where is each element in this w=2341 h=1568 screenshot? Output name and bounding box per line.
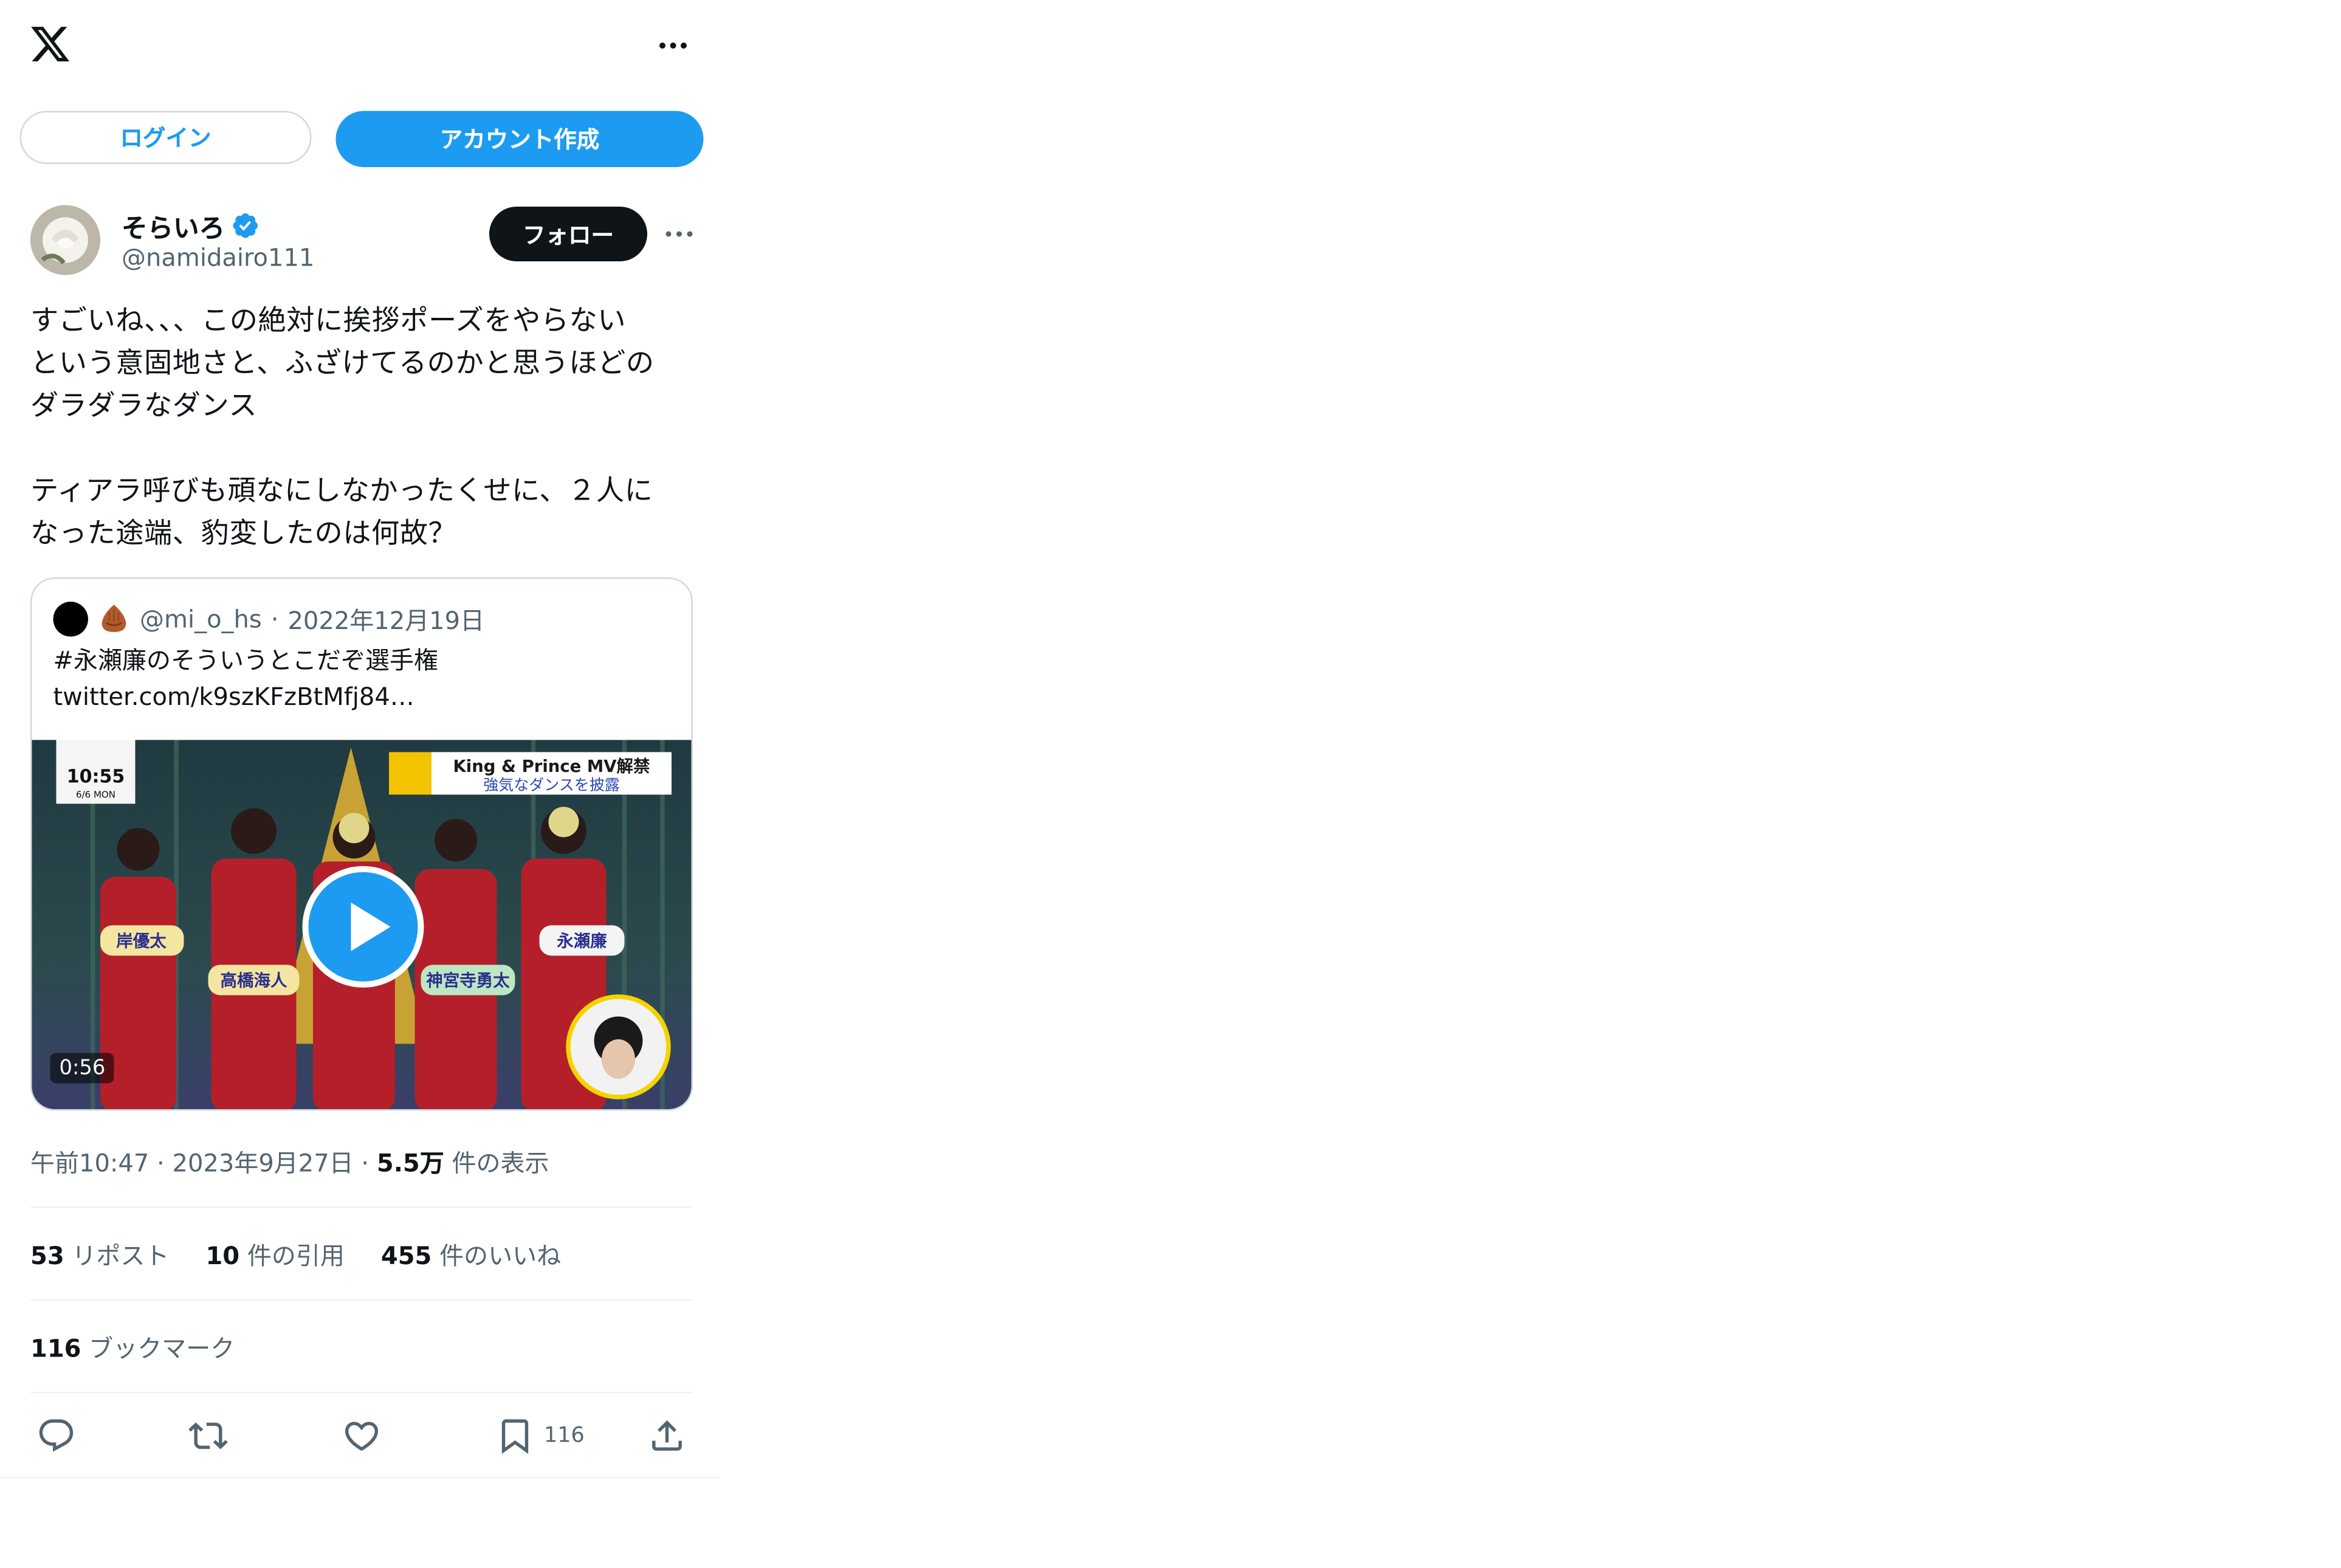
quoted-tweet-card[interactable]: @mi_o_hs · 2022年12月19日 #永瀬廉のそういうとこだぞ選手権 …: [30, 577, 693, 1111]
verified-badge-icon: [233, 213, 258, 238]
share-icon: [652, 1420, 682, 1451]
reposts-count: 53: [30, 1241, 64, 1271]
tweet-page: ログイン アカウント作成 そらいろ @namidairo111 フォロー すごい…: [0, 0, 720, 1479]
share-button[interactable]: [647, 1413, 687, 1459]
video-thumbnail[interactable]: 10:55 6/6 MON King & Prince MV解禁 強気なダンスを…: [32, 740, 692, 1109]
quoted-date: 2022年12月19日: [287, 606, 485, 636]
chestnut-emoji-icon: [101, 605, 126, 632]
login-button[interactable]: ログイン: [19, 111, 312, 164]
name-tag-3: 神宮寺勇太: [426, 971, 510, 991]
bookmark-action-count: 116: [544, 1423, 585, 1448]
reply-icon: [39, 1419, 74, 1452]
rose-avatar-image: [30, 205, 100, 275]
bookmark-button[interactable]: 116: [495, 1413, 585, 1459]
bookmarks-count: 116: [30, 1334, 81, 1363]
follow-button[interactable]: フォロー: [489, 207, 647, 261]
likes-label: 件のいいね: [439, 1241, 562, 1271]
name-tag-4: 永瀬廉: [556, 932, 607, 951]
engagement-stats: 53 リポスト 10 件の引用 455 件のいいね: [30, 1236, 561, 1272]
author-name[interactable]: そらいろ: [122, 207, 260, 245]
page-stage: ログイン アカウント作成 そらいろ @namidairo111 フォロー すごい…: [0, 0, 2340, 1568]
bookmark-icon: [501, 1419, 529, 1454]
quotes-count: 10: [205, 1241, 240, 1271]
tweet-date[interactable]: 2023年9月27日: [173, 1149, 354, 1178]
reply-button[interactable]: [36, 1413, 76, 1459]
clock-time: 10:55: [67, 766, 125, 788]
name-tag-2: 高橋海人: [221, 971, 287, 991]
quoted-hashtag-line[interactable]: #永瀬廉のそういうとこだぞ選手権: [53, 643, 661, 679]
reposts-stat[interactable]: 53 リポスト: [30, 1236, 169, 1272]
divider: [30, 1299, 693, 1301]
video-caption-title: King & Prince MV解禁: [453, 757, 650, 776]
quoted-tweet-text: #永瀬廉のそういうとこだぞ選手権 twitter.com/k9szKFzBtMf…: [53, 643, 661, 716]
avatar[interactable]: [30, 205, 100, 275]
views-label: 件の表示: [452, 1149, 549, 1178]
quoted-handle: @mi_o_hs: [140, 603, 262, 633]
likes-count: 455: [380, 1241, 432, 1271]
meta-separator: ·: [157, 1149, 165, 1178]
views-count: 5.5万: [376, 1149, 444, 1178]
like-button[interactable]: [342, 1413, 382, 1459]
bookmarks-label: ブックマーク: [89, 1334, 235, 1363]
quoted-separator: ·: [270, 603, 279, 633]
play-video-icon[interactable]: [302, 866, 424, 988]
repost-button[interactable]: [188, 1413, 228, 1459]
video-duration: 0:56: [50, 1053, 115, 1084]
meta-separator: ·: [361, 1149, 370, 1178]
x-logo-icon[interactable]: [29, 23, 72, 66]
tweet-meta: 午前10:47 · 2023年9月27日 · 5.5万 件の表示: [30, 1143, 549, 1179]
reposts-label: リポスト: [72, 1241, 170, 1271]
quotes-stat[interactable]: 10 件の引用: [205, 1236, 344, 1272]
more-horizontal-icon[interactable]: [653, 30, 693, 61]
signup-button[interactable]: アカウント作成: [335, 111, 704, 167]
clock-date: 6/6 MON: [76, 789, 115, 800]
quoted-avatar: [53, 600, 88, 636]
display-name-text[interactable]: そらいろ: [122, 207, 225, 245]
divider: [30, 1392, 693, 1394]
author-handle[interactable]: @namidairo111: [122, 243, 314, 272]
video-caption-sub: 強気なダンスを披露: [483, 776, 620, 794]
more-options-icon[interactable]: [661, 221, 698, 248]
tweet-text: すごいね、、、この絶対に挨拶ポーズをやらない という意固地さと、ふざけてるのかと…: [30, 305, 655, 551]
likes-stat[interactable]: 455 件のいいね: [381, 1236, 561, 1272]
heart-icon: [345, 1422, 379, 1451]
quotes-label: 件の引用: [247, 1241, 345, 1271]
tweet-time[interactable]: 午前10:47: [30, 1149, 149, 1178]
repost-icon: [188, 1422, 228, 1449]
divider: [30, 1206, 693, 1208]
name-tag-1: 岸優太: [116, 932, 167, 951]
quoted-link-line[interactable]: twitter.com/k9szKFzBtMfj84…: [53, 679, 661, 716]
bookmarks-stat: 116 ブックマーク: [30, 1328, 235, 1364]
quoted-tweet-header: @mi_o_hs · 2022年12月19日: [53, 600, 485, 637]
